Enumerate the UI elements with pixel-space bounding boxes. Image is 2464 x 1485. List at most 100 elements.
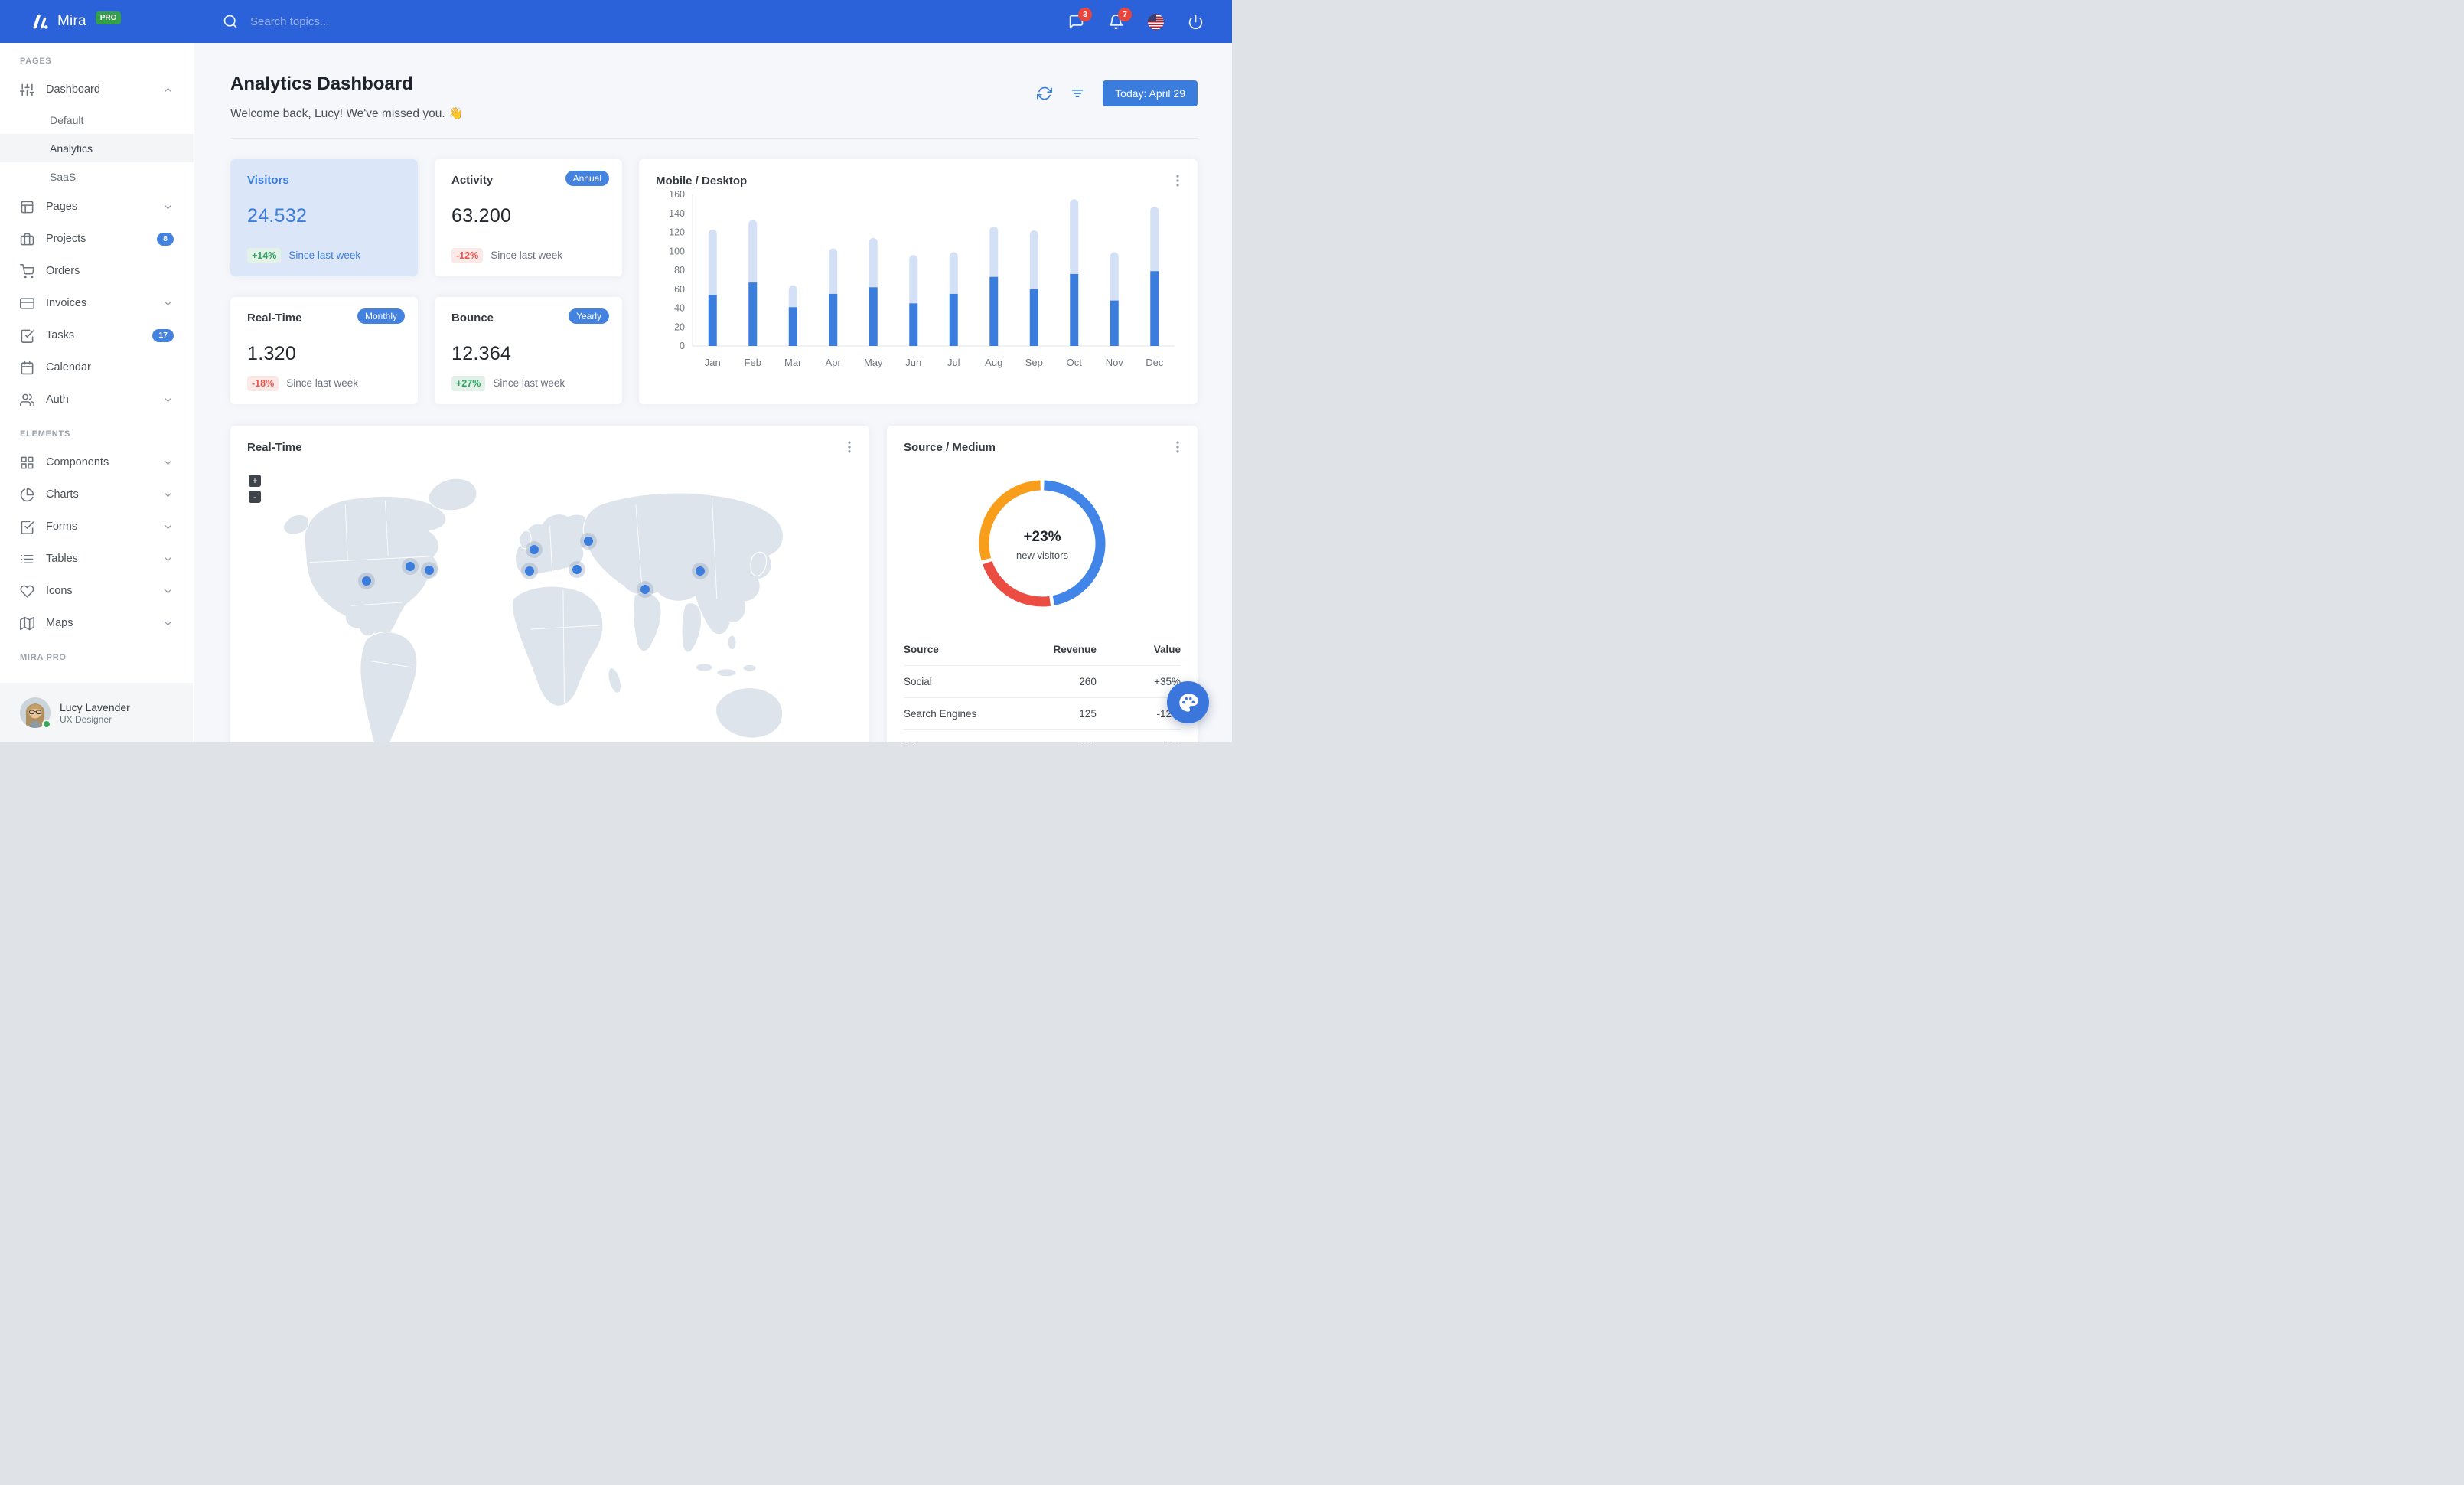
map-visitor-marker (425, 565, 435, 575)
sidebar-item-tables[interactable]: Tables (0, 543, 194, 575)
world-map-svg (282, 478, 784, 742)
sidebar-item-calendar[interactable]: Calendar (0, 351, 194, 383)
sidebar-item-orders[interactable]: Orders (0, 255, 194, 287)
briefcase-icon (20, 232, 34, 246)
sidebar-item-label: Pages (46, 201, 78, 213)
more-vertical-icon[interactable] (1170, 173, 1185, 188)
table-row-social: Social 260 +35% (904, 664, 1181, 698)
map-icon (20, 616, 34, 631)
svg-text:Nov: Nov (1106, 357, 1124, 368)
sidebar-subitem-saas[interactable]: SaaS (0, 162, 194, 191)
bar-jul: Jul (947, 252, 960, 368)
more-vertical-icon[interactable] (842, 439, 857, 455)
svg-text:Dec: Dec (1146, 357, 1164, 368)
sidebar-item-components[interactable]: Components (0, 446, 194, 478)
cell-revenue: 260 (1011, 664, 1141, 698)
stat-delta-chip: -18% (247, 375, 279, 391)
top-grid: Visitors 24.532 +14% Since last week Activi… (230, 158, 1198, 404)
search-input[interactable] (249, 14, 494, 29)
filter-icon[interactable] (1070, 86, 1085, 101)
svg-text:Jul: Jul (947, 357, 960, 368)
sidebar-item-pages[interactable]: Pages (0, 191, 194, 223)
stat-value: 24.532 (247, 204, 308, 227)
map-zoom-out-button[interactable]: - (249, 490, 261, 503)
palette-icon (1178, 693, 1198, 712)
bar-dec: Dec (1146, 206, 1164, 368)
more-vertical-icon[interactable] (1170, 439, 1185, 455)
bar-may: May (864, 237, 883, 368)
map-card-title: Real-Time (247, 440, 302, 454)
map-visitor-marker (572, 564, 582, 574)
sidebar-item-label: Icons (46, 585, 73, 597)
heart-icon (20, 584, 34, 599)
map-visitor-marker (529, 545, 539, 555)
sidebar-item-icons[interactable]: Icons (0, 575, 194, 607)
world-map: + - (247, 464, 852, 742)
chevron-down-icon (162, 394, 174, 406)
source-medium-table: Source Revenue Value Social 260 +35% Search E… (904, 636, 1181, 742)
stat-period-badge[interactable]: Monthly (357, 308, 405, 324)
navbar-search (223, 14, 494, 29)
map-visitor-marker (695, 566, 705, 576)
stat-note: Since last week (493, 377, 565, 390)
sidebar-item-label: Auth (46, 393, 69, 406)
stat-title: Visitors (247, 173, 289, 187)
bar-sep: Sep (1025, 230, 1043, 368)
sidebar-item-dashboard[interactable]: Dashboard (0, 73, 194, 106)
sidebar-item-label: Tables (46, 553, 78, 565)
stat-card-bounce: Bounce Yearly 12.364 +27% Since last week (435, 296, 622, 404)
sidebar-item-charts[interactable]: Charts (0, 478, 194, 511)
theme-customizer-button[interactable] (1167, 681, 1209, 723)
stat-card-real-time: Real-Time Monthly 1.320 -18% Since last week (230, 296, 418, 404)
sidebar-user-footer[interactable]: Lucy Lavender UX Designer (0, 683, 193, 742)
svg-text:Feb: Feb (745, 357, 761, 368)
sidebar-item-tasks[interactable]: Tasks 17 (0, 319, 194, 351)
main-content: Analytics Dashboard Welcome back, Lucy! … (194, 43, 1232, 742)
sidebar-item-label: Orders (46, 265, 80, 277)
bar-jun: Jun (905, 254, 921, 368)
map-visitor-marker (525, 566, 535, 576)
sidebar-item-forms[interactable]: Forms (0, 511, 194, 543)
sidebar-item-invoices[interactable]: Invoices (0, 287, 194, 319)
svg-text:160: 160 (669, 189, 685, 200)
svg-text:Apr: Apr (826, 357, 842, 368)
table-header-value: Value (1153, 643, 1181, 655)
sidebar-badge: 8 (157, 232, 174, 246)
pro-badge: PRO (95, 11, 122, 24)
chevron-down-icon (162, 489, 174, 501)
notifications-bell-icon[interactable]: 7 (1108, 7, 1132, 30)
cell-value: +46% (1140, 729, 1181, 742)
table-header-revenue: Revenue (1053, 643, 1097, 655)
bottom-grid: Real-Time + - Source / Medium +23% new v… (230, 425, 1198, 742)
mobile-desktop-chart-card: Mobile / Desktop 0 20 40 60 80 100 120 140 160 Ja… (639, 158, 1198, 404)
notifications-count-badge: 7 (1118, 7, 1132, 21)
sidebar-item-projects[interactable]: Projects 8 (0, 223, 194, 255)
brand-name: Mira (57, 13, 86, 29)
cell-source: Direct (904, 729, 1012, 742)
stat-period-badge[interactable]: Annual (565, 170, 609, 186)
sidebar-item-maps[interactable]: Maps (0, 607, 194, 639)
search-icon (223, 14, 238, 29)
brand[interactable]: Mira PRO (0, 11, 194, 32)
language-us-flag-icon[interactable] (1148, 13, 1164, 30)
table-row-search-engines: Search Engines 125 -12% (904, 697, 1181, 730)
map-visitor-marker (405, 562, 415, 572)
donut-center-label: new visitors (1016, 550, 1068, 562)
stat-period-badge[interactable]: Yearly (569, 308, 609, 324)
sidebar-item-auth[interactable]: Auth (0, 383, 194, 416)
messages-icon[interactable]: 3 (1068, 7, 1092, 30)
today-date-button[interactable]: Today: April 29 (1103, 80, 1198, 106)
power-sign-out-icon[interactable] (1188, 14, 1204, 30)
refresh-icon[interactable] (1037, 86, 1053, 101)
map-zoom-in-button[interactable]: + (249, 474, 261, 487)
navbar-actions: 3 7 (1068, 7, 1232, 30)
sidebar-item-label: Maps (46, 617, 73, 629)
svg-text:140: 140 (669, 208, 685, 219)
sidebar-badge: 17 (152, 328, 174, 342)
layout-icon (20, 200, 34, 214)
sidebar: PAGES Dashboard Default Analytics SaaS Pages P… (0, 43, 194, 742)
sidebar-subitem-analytics[interactable]: Analytics (0, 134, 194, 162)
sidebar-item-label: Calendar (46, 361, 91, 374)
sidebar-subitem-default[interactable]: Default (0, 106, 194, 134)
sidebar-item-label: Dashboard (46, 83, 100, 96)
